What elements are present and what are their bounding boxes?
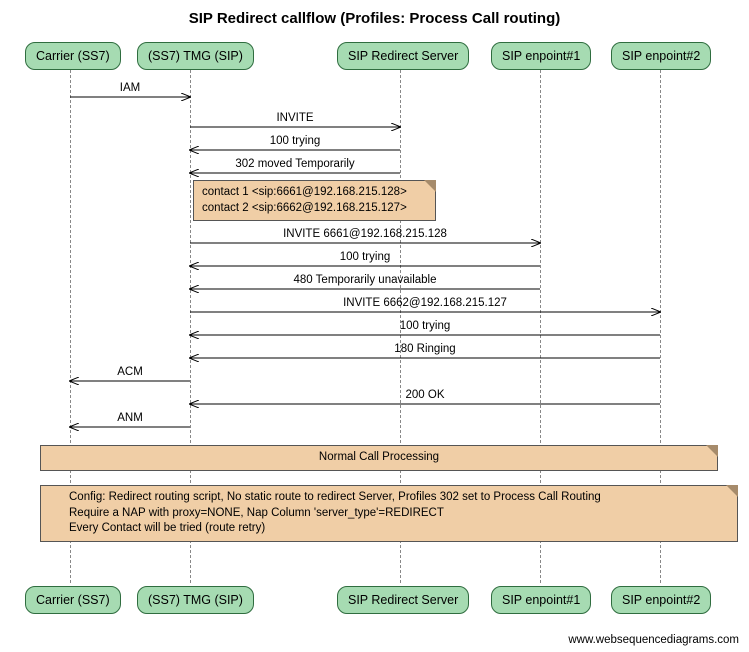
note-config-line2: Require a NAP with proxy=NONE, Nap Colum… — [69, 506, 729, 522]
msg-100trying-2: 100 trying — [190, 251, 540, 263]
note-normal-text: Normal Call Processing — [319, 451, 439, 463]
sequence-diagram: SIP Redirect callflow (Profiles: Process… — [0, 0, 749, 652]
msg-invite: INVITE — [190, 112, 400, 124]
note-fold-icon — [726, 485, 738, 497]
msg-acm: ACM — [70, 366, 190, 378]
footer-credit: www.websequencediagrams.com — [568, 634, 739, 646]
note-config-line1: Config: Redirect routing script, No stat… — [69, 490, 729, 506]
note-config: Config: Redirect routing script, No stat… — [40, 485, 738, 542]
note-fold-icon — [706, 445, 718, 457]
msg-anm: ANM — [70, 412, 190, 424]
msg-100trying-1: 100 trying — [190, 135, 400, 147]
note-contact-2: contact 2 <sip:6662@192.168.215.127> — [202, 201, 427, 217]
note-config-line3: Every Contact will be tried (route retry… — [69, 521, 729, 537]
note-normal-processing: Normal Call Processing — [40, 445, 718, 471]
msg-480: 480 Temporarily unavailable — [190, 274, 540, 286]
msg-invite-6661: INVITE 6661@192.168.215.128 — [190, 228, 540, 240]
msg-iam: IAM — [70, 82, 190, 94]
note-fold-icon — [424, 180, 436, 192]
msg-200ok: 200 OK — [190, 389, 660, 401]
msg-invite-6662: INVITE 6662@192.168.215.127 — [190, 297, 660, 309]
note-contacts: contact 1 <sip:6661@192.168.215.128> con… — [193, 180, 436, 221]
note-contact-1: contact 1 <sip:6661@192.168.215.128> — [202, 185, 427, 201]
msg-302: 302 moved Temporarily — [190, 158, 400, 170]
msg-100trying-3: 100 trying — [190, 320, 660, 332]
msg-180ringing: 180 Ringing — [190, 343, 660, 355]
